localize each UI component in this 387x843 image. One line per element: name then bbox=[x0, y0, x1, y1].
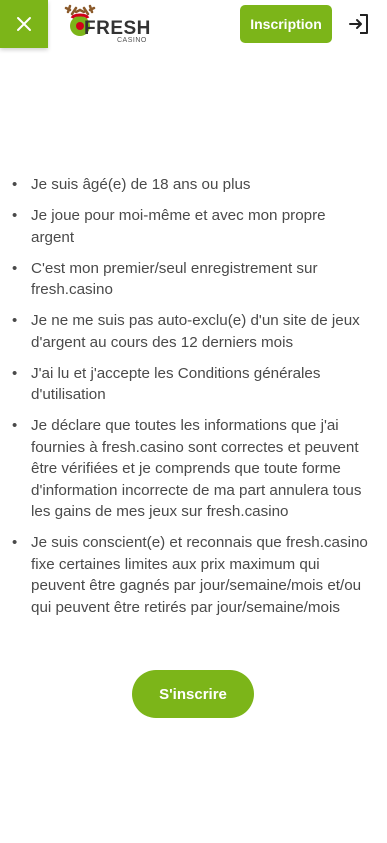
list-item: • C'est mon premier/seul enregistrement s… bbox=[12, 258, 370, 301]
term-text: Je ne me suis pas auto-exclu(e) d'un sit… bbox=[31, 312, 360, 351]
term-text: Je déclare que toutes les informations q… bbox=[31, 417, 362, 520]
list-item: • J'ai lu et j'accepte les Conditions gén… bbox=[12, 363, 370, 406]
bullet-icon: • bbox=[12, 417, 18, 434]
term-text: Je suis âgé(e) de 18 ans ou plus bbox=[31, 176, 251, 193]
close-icon bbox=[17, 17, 31, 31]
bullet-icon: • bbox=[12, 534, 18, 551]
terms-list: • Je suis âgé(e) de 18 ans ou plus • Je jo… bbox=[12, 174, 370, 628]
bullet-icon: • bbox=[12, 176, 18, 193]
term-text: J'ai lu et j'accepte les Conditions géné… bbox=[31, 364, 321, 404]
login-icon[interactable] bbox=[347, 12, 371, 36]
list-item: • Je suis âgé(e) de 18 ans ou plus bbox=[12, 174, 370, 196]
list-item: • Je joue pour moi-même et avec mon propr… bbox=[12, 205, 370, 248]
close-button[interactable] bbox=[0, 0, 48, 48]
logo-subtext: CASINO bbox=[117, 37, 147, 44]
register-button[interactable]: Inscription bbox=[240, 5, 332, 43]
bullet-icon: • bbox=[12, 312, 18, 329]
bullet-icon: • bbox=[12, 259, 18, 277]
list-item: • Je suis conscient(e) et reconnais que f… bbox=[12, 532, 370, 618]
logo[interactable]: FRESH CASINO bbox=[58, 4, 150, 46]
list-item: • Je déclare que toutes les informations … bbox=[12, 415, 370, 523]
term-text: C'est mon premier/seul enregistrement su… bbox=[31, 259, 318, 299]
signup-submit-button[interactable]: S'inscrire bbox=[132, 670, 254, 718]
header: FRESH CASINO Inscription bbox=[0, 0, 387, 48]
bullet-icon: • bbox=[12, 364, 18, 382]
term-text: Je joue pour moi-même et avec mon propre… bbox=[31, 207, 326, 246]
list-item: • Je ne me suis pas auto-exclu(e) d'un si… bbox=[12, 310, 370, 353]
bullet-icon: • bbox=[12, 207, 18, 224]
term-text: Je suis conscient(e) et reconnais que fr… bbox=[31, 534, 368, 616]
